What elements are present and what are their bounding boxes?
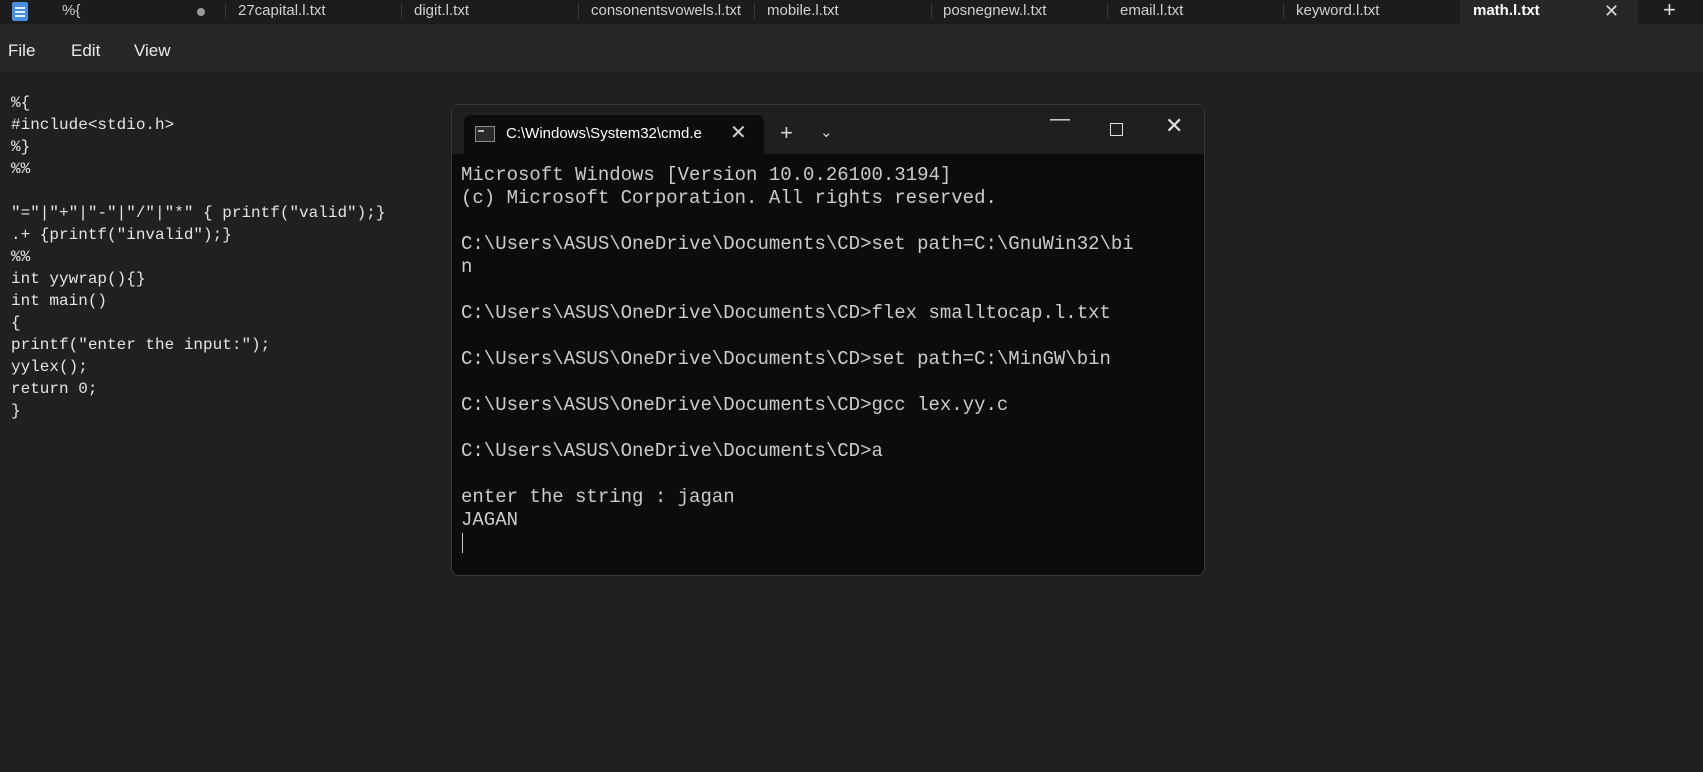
editor-line: { [11, 314, 21, 332]
editor-line: %% [11, 160, 31, 178]
menu-edit[interactable]: Edit [71, 41, 100, 61]
tab-label: posnegnew.l.txt [943, 2, 1047, 19]
tab-keyword[interactable]: keyword.l.txt [1296, 0, 1379, 24]
cmd-title-bar[interactable]: C:\Windows\System32\cmd.e ✕ + ⌄ — ✕ [452, 105, 1204, 154]
terminal-line: C:\Users\ASUS\OneDrive\Documents\CD>a [461, 440, 883, 462]
maximize-icon[interactable] [1110, 123, 1123, 136]
tab-label: keyword.l.txt [1296, 2, 1380, 19]
tab-label: digit.l.txt [414, 2, 470, 19]
terminal-line: C:\Users\ASUS\OneDrive\Documents\CD>gcc … [461, 394, 1009, 416]
terminal-line: C:\Users\ASUS\OneDrive\Documents\CD>set … [461, 233, 1134, 255]
tab-separator [1283, 3, 1284, 19]
editor-line: %{ [11, 94, 31, 112]
new-tab-icon[interactable]: + [1663, 0, 1676, 21]
tab-27capital[interactable]: 27capital.l.txt [238, 0, 326, 24]
tab-untitled[interactable]: %{ [62, 0, 80, 24]
tab-separator [401, 3, 402, 19]
editor-line: int main() [11, 292, 108, 310]
editor-line: %} [11, 138, 31, 156]
tab-separator [578, 3, 579, 19]
tab-separator [1107, 3, 1108, 19]
terminal-line: n [461, 256, 473, 278]
cmd-tab-title: C:\Windows\System32\cmd.e [506, 125, 702, 142]
new-tab-icon[interactable]: + [780, 122, 793, 144]
tab-bar: %{ 27capital.l.txt digit.l.txt consonent… [0, 0, 1703, 24]
tab-label: consonentsvowels.l.txt [591, 2, 742, 19]
tab-label: mobile.l.txt [767, 2, 839, 19]
text-cursor [462, 533, 463, 553]
editor-line: %% [11, 248, 31, 266]
cmd-window[interactable]: C:\Windows\System32\cmd.e ✕ + ⌄ — ✕ Micr… [451, 104, 1205, 576]
editor-line: int yywrap(){} [11, 270, 146, 288]
terminal-icon [475, 126, 495, 142]
editor-line: printf("enter the input:"); [11, 336, 271, 354]
tab-mobile[interactable]: mobile.l.txt [767, 0, 839, 24]
tab-separator [931, 3, 932, 19]
editor-line: .+ {printf("invalid");} [11, 226, 232, 244]
tab-label: math.l.txt [1473, 2, 1540, 19]
terminal-line: C:\Users\ASUS\OneDrive\Documents\CD>flex… [461, 302, 1111, 324]
terminal-line: enter the string : jagan [461, 486, 735, 508]
terminal-line: C:\Users\ASUS\OneDrive\Documents\CD>set … [461, 348, 1111, 370]
tab-consonentsvowels[interactable]: consonentsvowels.l.txt [591, 0, 741, 24]
unsaved-dot-icon [197, 8, 205, 16]
tab-label: %{ [62, 2, 81, 19]
close-icon[interactable]: ✕ [730, 120, 747, 145]
close-icon[interactable]: ✕ [1604, 0, 1619, 22]
notepad-app-icon [12, 2, 28, 21]
terminal-line: (c) Microsoft Corporation. All rights re… [461, 187, 997, 209]
terminal-line: JAGAN [461, 509, 519, 531]
tab-label: email.l.txt [1120, 2, 1184, 19]
editor-line: } [11, 402, 21, 420]
editor-line: "="|"+"|"-"|"/"|"*" { printf("valid");} [11, 204, 386, 222]
tab-label: 27capital.l.txt [238, 2, 326, 19]
tab-separator [225, 3, 226, 19]
cmd-tab[interactable]: C:\Windows\System32\cmd.e ✕ [464, 115, 764, 154]
chevron-down-icon[interactable]: ⌄ [820, 123, 833, 141]
editor-line: return 0; [11, 380, 98, 398]
tab-digit[interactable]: digit.l.txt [414, 0, 469, 24]
close-window-icon[interactable]: ✕ [1165, 115, 1183, 137]
terminal-line: Microsoft Windows [Version 10.0.26100.31… [461, 164, 952, 186]
menu-view[interactable]: View [134, 41, 171, 61]
minimize-icon[interactable]: — [1050, 109, 1070, 129]
menu-file[interactable]: File [8, 41, 35, 61]
editor-line: yylex(); [11, 358, 88, 376]
tab-posnegnew[interactable]: posnegnew.l.txt [943, 0, 1046, 24]
tab-separator [754, 3, 755, 19]
tab-email[interactable]: email.l.txt [1120, 0, 1183, 24]
menu-bar [0, 24, 1703, 72]
editor-line: #include<stdio.h> [11, 116, 175, 134]
